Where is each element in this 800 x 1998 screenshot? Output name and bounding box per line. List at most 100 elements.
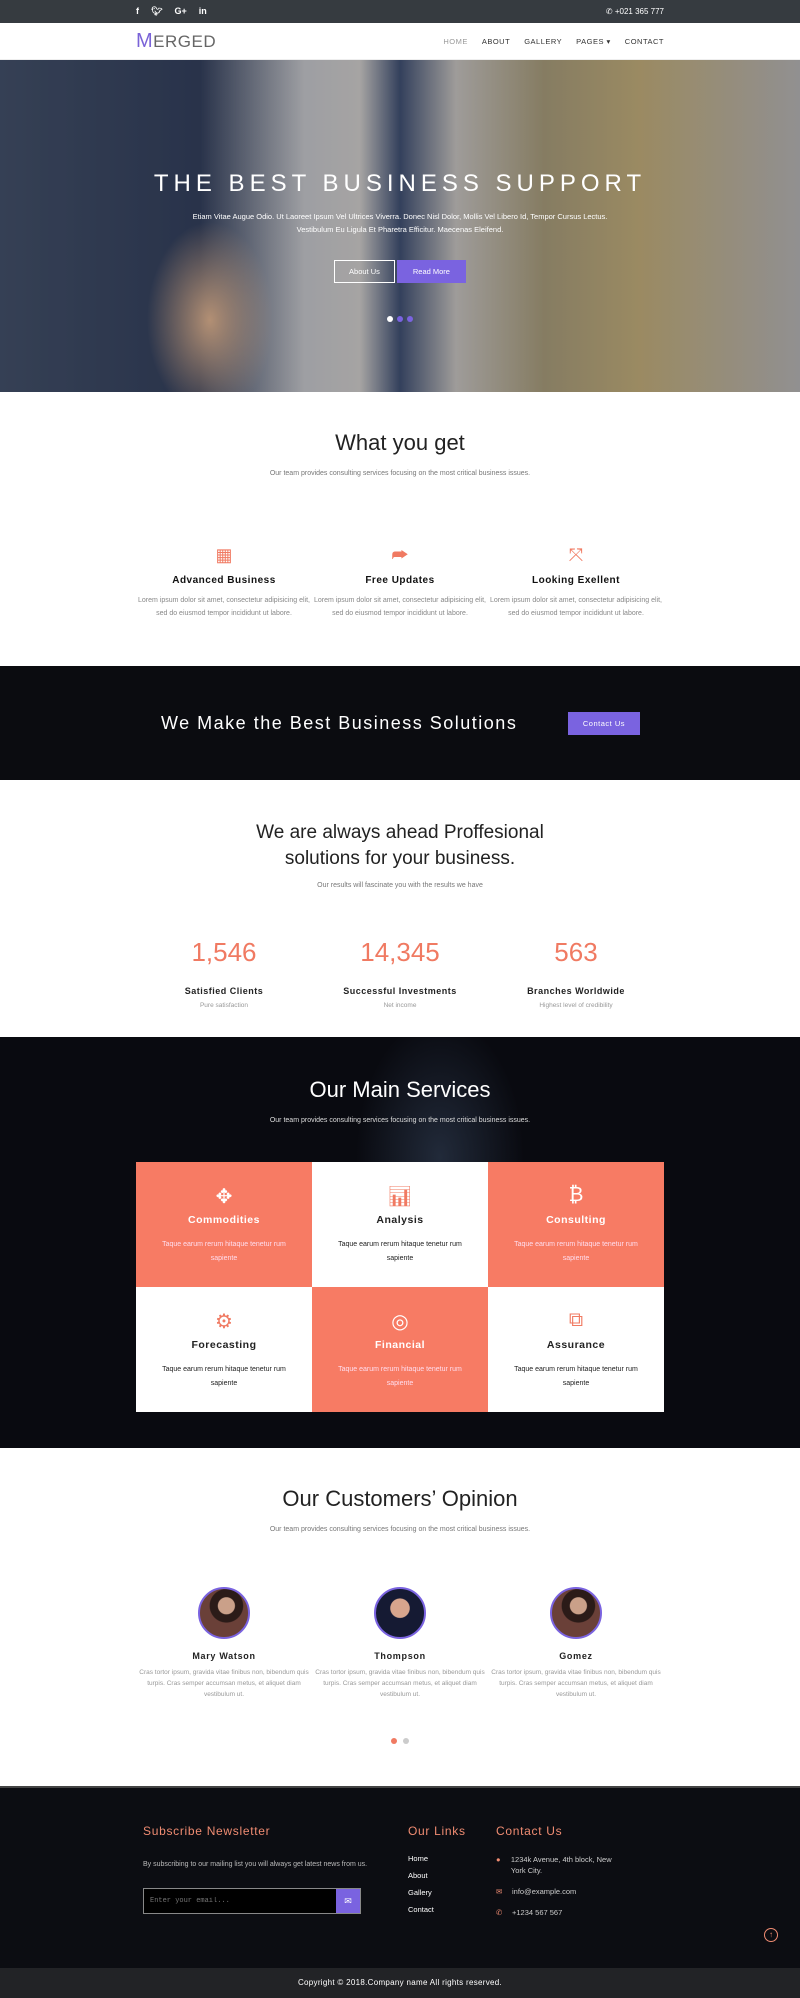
stat-sub: Pure satisfaction bbox=[199, 1002, 249, 1009]
facebook-icon[interactable]: f bbox=[136, 6, 139, 16]
stat-label: Branches Worldwide bbox=[527, 986, 625, 996]
footer-link-gallery[interactable]: Gallery bbox=[408, 1888, 466, 1897]
customer-name: Gomez bbox=[559, 1651, 593, 1661]
stat-label: Successful Investments bbox=[343, 986, 457, 996]
service-analysis[interactable]: 📊︎ Analysis Taque earum rerum hitaque tene… bbox=[312, 1162, 488, 1287]
nav-about[interactable]: ABOUT bbox=[482, 37, 510, 46]
stat-number: 563 bbox=[554, 937, 598, 967]
phone-number: +021 365 777 bbox=[614, 7, 664, 16]
contact-column: Contact Us ● 1234k Avenue, 4th block, New… bbox=[496, 1824, 626, 1928]
slide-dot-1[interactable] bbox=[387, 316, 393, 322]
main-menu: HOME ABOUT GALLERY PAGES ▾ CONTACT bbox=[443, 37, 664, 46]
service-forecasting[interactable]: ⚙ Forecasting Taque earum rerum hitaque te… bbox=[136, 1287, 312, 1412]
service-consulting[interactable]: ₿ Consulting Taque earum rerum hitaque ten… bbox=[488, 1162, 664, 1287]
testimonial-dot-2[interactable] bbox=[403, 1738, 409, 1744]
read-more-button[interactable]: Read More bbox=[396, 260, 466, 283]
service-text: Taque earum rerum hitaque tenetur rum sa… bbox=[338, 1366, 462, 1387]
cta-title: We Make the Best Business Solutions bbox=[161, 712, 518, 733]
title-line-2: solutions for your business. bbox=[284, 848, 516, 869]
service-financial[interactable]: ◎ Financial Taque earum rerum hitaque tene… bbox=[312, 1287, 488, 1412]
slide-dot-3[interactable] bbox=[407, 316, 413, 322]
slide-dot-2[interactable] bbox=[397, 316, 403, 322]
nav-home[interactable]: HOME bbox=[443, 37, 468, 46]
share-icon: ⮫ bbox=[391, 545, 409, 565]
feature-title: Looking Exellent bbox=[531, 575, 620, 586]
customer-name: Mary Watson bbox=[192, 1651, 256, 1661]
feature-title: Advanced Business bbox=[172, 575, 276, 586]
bar-chart-icon: 📊︎ bbox=[387, 1186, 413, 1208]
grid-icon: ▦ bbox=[215, 545, 233, 565]
nav-gallery[interactable]: GALLERY bbox=[524, 37, 562, 46]
newsletter-text: By subscribing to our mailing list you w… bbox=[143, 1861, 368, 1868]
target-icon: ◎ bbox=[391, 1311, 409, 1333]
phone-icon: ✆ bbox=[496, 1908, 503, 1917]
feature-item: ⮫ Free Updates Lorem ipsum dolor sit amet,… bbox=[312, 545, 488, 620]
footer-link-about[interactable]: About bbox=[408, 1871, 466, 1880]
stat-sub: Highest level of credibility bbox=[539, 1002, 613, 1009]
envelope-icon: ✉ bbox=[496, 1887, 503, 1896]
hero-title: THE BEST BUSINESS SUPPORT bbox=[153, 170, 647, 197]
cubes-icon: ⧉ bbox=[568, 1309, 584, 1331]
service-assurance[interactable]: ⧉ Assurance Taque earum rerum hitaque tene… bbox=[488, 1287, 664, 1412]
feature-title: Free Updates bbox=[365, 575, 435, 586]
gears-icon: ⚙ bbox=[215, 1311, 233, 1333]
send-icon: ✉ bbox=[344, 1895, 352, 1906]
logo-initial: M bbox=[136, 30, 154, 52]
twitter-icon[interactable]: 🐦︎ bbox=[151, 6, 162, 16]
testimonial: Thompson Cras tortor ipsum, gravida vitae… bbox=[312, 1587, 488, 1700]
cta-band: We Make the Best Business Solutions Cont… bbox=[0, 666, 800, 780]
logo[interactable]: MERGED bbox=[136, 30, 216, 53]
nav-contact[interactable]: CONTACT bbox=[625, 37, 664, 46]
phone-icon: ✆ bbox=[605, 7, 615, 16]
hero-text: Etiam Vitae Augue Odio. Ut Laoreet Ipsum… bbox=[192, 212, 608, 234]
stat-item: 563 Branches Worldwide Highest level of cr… bbox=[488, 937, 664, 1009]
customers-section: Our Customers’ Opinion Our team provides… bbox=[0, 1448, 800, 1786]
service-commodities[interactable]: ✥ Commodities Taque earum rerum hitaque te… bbox=[136, 1162, 312, 1287]
section-subtitle: Our team provides consulting services fo… bbox=[269, 1526, 531, 1533]
footer-link-home[interactable]: Home bbox=[408, 1854, 466, 1863]
services-section: Our Main Services Our team provides cons… bbox=[0, 1037, 800, 1448]
stat-sub: Net income bbox=[383, 1002, 417, 1009]
service-title: Consulting bbox=[546, 1214, 606, 1226]
avatar bbox=[374, 1587, 426, 1639]
feature-text: Lorem ipsum dolor sit amet, consectetur … bbox=[314, 597, 486, 617]
navbar: MERGED HOME ABOUT GALLERY PAGES ▾ CONTAC… bbox=[0, 23, 800, 60]
social-links: f 🐦︎ G+ in bbox=[136, 6, 219, 17]
footer-link-contact[interactable]: Contact bbox=[408, 1905, 466, 1914]
customer-name: Thompson bbox=[374, 1651, 426, 1661]
linkedin-icon[interactable]: in bbox=[199, 6, 207, 16]
stat-number: 1,546 bbox=[191, 937, 257, 967]
testimonial-dot-1[interactable] bbox=[391, 1738, 397, 1744]
top-bar: f 🐦︎ G+ in ✆ +021 365 777 bbox=[0, 0, 800, 23]
stat-item: 14,345 Successful Investments Net income bbox=[312, 937, 488, 1009]
address: 1234k Avenue, 4th block, New York City. bbox=[510, 1855, 612, 1875]
testimonial-text: Cras tortor ipsum, gravida vitae finibus… bbox=[491, 1669, 661, 1698]
contact-title: Contact Us bbox=[496, 1824, 563, 1838]
back-to-top-button[interactable]: ↑ bbox=[764, 1928, 778, 1942]
google-plus-icon[interactable]: G+ bbox=[174, 6, 186, 16]
section-subtitle: Our team provides consulting services fo… bbox=[269, 470, 531, 477]
section-subtitle: Our results will fascinate you with the … bbox=[317, 882, 483, 889]
feature-text: Lorem ipsum dolor sit amet, consectetur … bbox=[138, 597, 310, 617]
title-line-1: We are always ahead Proffesional bbox=[256, 822, 544, 843]
email-input[interactable] bbox=[144, 1889, 336, 1913]
arrows-move-icon: ✥ bbox=[215, 1186, 233, 1208]
feature-item: ▦ Advanced Business Lorem ipsum dolor sit … bbox=[136, 545, 312, 620]
section-title: We are always ahead Proffesional solution… bbox=[136, 820, 664, 872]
avatar bbox=[198, 1587, 250, 1639]
service-title: Commodities bbox=[187, 1214, 260, 1226]
testimonial: Mary Watson Cras tortor ipsum, gravida vi… bbox=[136, 1587, 312, 1700]
phone: ✆ +021 365 777 bbox=[606, 7, 664, 16]
feature-item: ⤧ Looking Exellent Lorem ipsum dolor sit a… bbox=[488, 545, 664, 620]
service-text: Taque earum rerum hitaque tenetur rum sa… bbox=[514, 1366, 638, 1387]
about-us-button[interactable]: About Us bbox=[334, 260, 395, 283]
newsletter-title: Subscribe Newsletter bbox=[143, 1824, 271, 1838]
service-title: Financial bbox=[374, 1339, 425, 1351]
subscribe-button[interactable]: ✉ bbox=[336, 1889, 360, 1913]
email[interactable]: info@example.com bbox=[512, 1886, 576, 1897]
nav-pages[interactable]: PAGES ▾ bbox=[576, 37, 611, 46]
footer: Subscribe Newsletter By subscribing to o… bbox=[0, 1786, 800, 1968]
links-column: Our Links Home About Gallery Contact bbox=[408, 1824, 466, 1922]
contact-us-button[interactable]: Contact Us bbox=[567, 711, 640, 735]
bitcoin-icon: ₿ bbox=[568, 1184, 584, 1206]
